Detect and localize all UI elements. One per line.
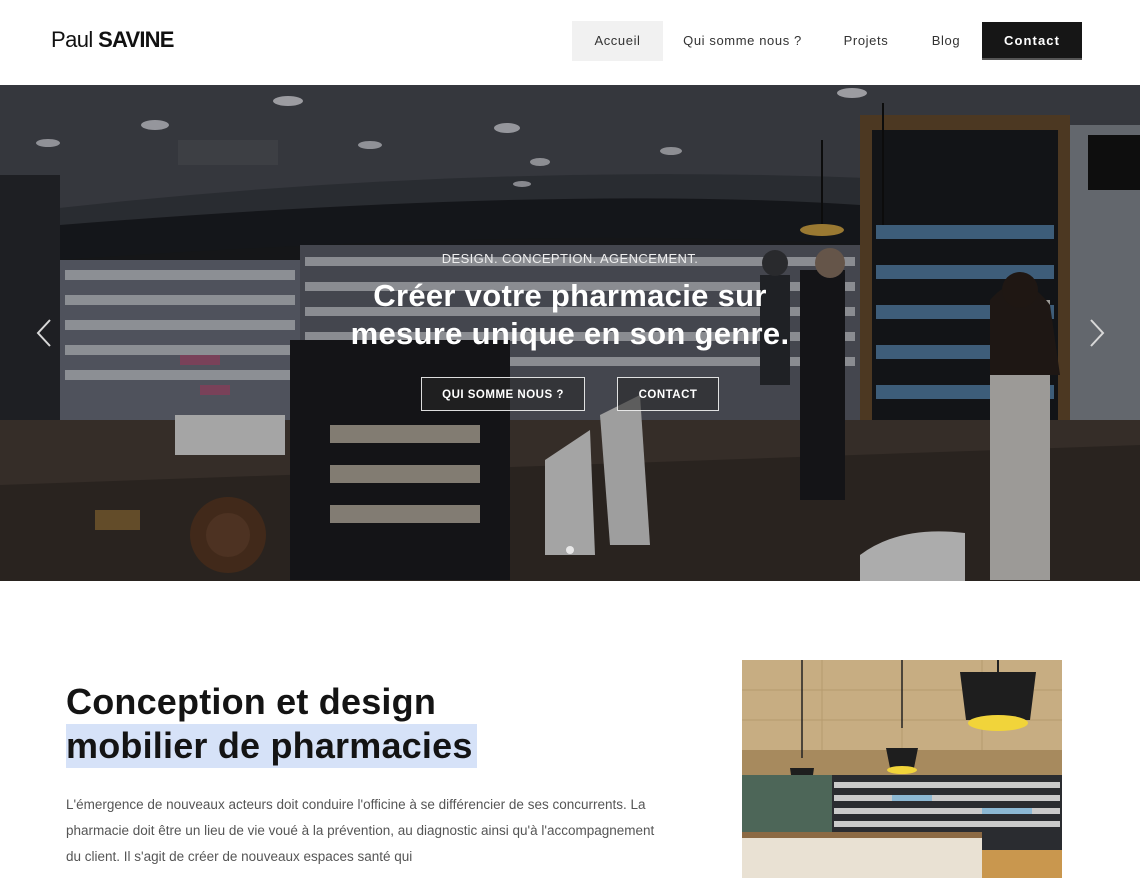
intro-heading-line1: Conception et design xyxy=(66,681,437,722)
nav-item-blog[interactable]: Blog xyxy=(920,21,972,61)
intro-heading: Conception et design mobilier de pharmac… xyxy=(66,680,477,768)
hero-kicker: DESIGN. CONCEPTION. AGENCEMENT. xyxy=(441,251,699,266)
hero-title-line1: Créer votre pharmacie sur xyxy=(373,278,767,313)
nav-item-qui-somme-nous[interactable]: Qui somme nous ? xyxy=(675,21,810,61)
hero-title-line2: mesure unique en son genre. xyxy=(350,316,790,351)
nav-item-projets[interactable]: Projets xyxy=(832,21,900,61)
main-nav: Accueil Qui somme nous ? Projets Blog xyxy=(0,21,1140,61)
hero-about-button[interactable]: QUI SOMME NOUS ? xyxy=(421,377,585,411)
hero-title: Créer votre pharmacie sur mesure unique … xyxy=(0,277,1140,353)
pharmacy-interior-image xyxy=(742,660,1062,878)
intro-heading-line2-highlight: mobilier de pharmacies xyxy=(66,724,477,768)
hero-contact-button[interactable]: CONTACT xyxy=(617,377,719,411)
hero-slider: DESIGN. CONCEPTION. AGENCEMENT. Créer vo… xyxy=(0,85,1140,581)
intro-paragraph: L'émergence de nouveaux acteurs doit con… xyxy=(66,797,655,864)
slider-dot-active[interactable] xyxy=(566,546,574,554)
site-header: Paul SAVINE Accueil Qui somme nous ? Pro… xyxy=(0,0,1140,86)
nav-item-accueil[interactable]: Accueil xyxy=(572,21,663,61)
nav-contact-button[interactable]: Contact xyxy=(982,22,1082,60)
